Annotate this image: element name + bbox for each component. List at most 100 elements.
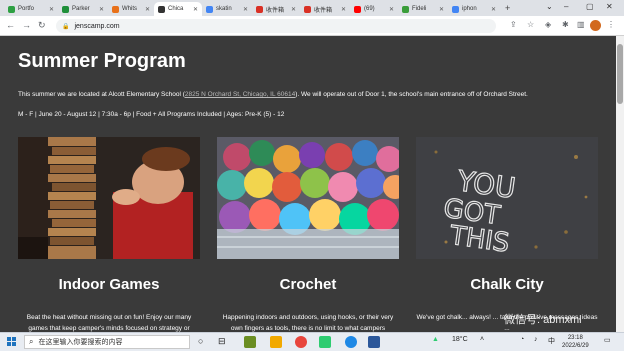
close-icon[interactable]: ✕ [291,6,296,13]
chalk-city-image: YOU GOT THIS [416,137,598,259]
share-icon[interactable]: ⇪ [510,20,517,29]
close-icon[interactable]: ✕ [341,6,346,13]
side-panel-icon[interactable]: ▥ [577,20,585,29]
yarn-basket-photo [217,137,399,259]
forward-icon[interactable]: → [22,20,31,30]
back-icon[interactable]: ← [6,20,15,30]
intro-text-before: This summer we are located at Alcott Ele… [18,91,185,98]
chalk-you-got-this-photo: YOU GOT THIS [416,137,598,259]
tab-favicon-icon [452,5,459,13]
page-scrollbar[interactable] [616,36,624,332]
program-details: M - F | June 20 - August 12 | 7:30a - 6p… [18,111,285,118]
shield-extension-icon[interactable]: ◈ [545,20,551,29]
tab-6[interactable]: 收件箱 ✕ [300,2,350,16]
tab-search-icon[interactable]: ⌄ [546,2,553,11]
indoor-games-image [18,137,200,259]
new-tab-icon[interactable]: + [505,3,510,13]
tab-1[interactable]: Parker ✕ [58,2,108,16]
tab-title: Fideli [412,6,427,12]
tab-favicon-icon [158,5,165,13]
address-link[interactable]: 2825 N Orchard St, Chicago, IL 60614 [185,91,295,98]
windows-taskbar: ⌕ 在这里输入你要搜索的内容 ○ ⊟ ▲ 18°C ˄ ◔ ♪ 中 23:18 … [0,332,624,351]
jenga-blocks-photo [18,137,200,259]
close-icon[interactable]: ✕ [49,6,54,13]
volume-icon[interactable]: ♪ [534,336,538,343]
tab-favicon-icon [206,5,213,13]
lock-icon[interactable]: 🔒 [62,23,69,30]
taskbar-app-icon[interactable] [345,336,357,348]
scrollbar-thumb[interactable] [617,44,623,104]
extensions-icon[interactable]: ✱ [562,20,569,29]
maximize-icon[interactable]: ▢ [586,2,594,11]
watermark-text: 微信号: abmxml [504,314,582,326]
url-text: jenscamp.com [74,22,120,30]
tab-favicon-icon [256,5,263,13]
tab-favicon-icon [304,5,311,13]
intro-text-after: ). We will operate out of Door 1, the sc… [295,91,528,98]
windows-start-icon[interactable] [7,337,17,347]
taskbar-clock[interactable]: 23:18 2022/6/29 [562,334,589,350]
word-icon[interactable] [368,336,380,348]
network-icon[interactable]: ◔ [520,336,524,343]
close-icon[interactable]: ✕ [145,6,150,13]
clock-time: 23:18 [567,335,583,341]
tab-7[interactable]: (69) ✕ [350,2,398,16]
tab-5[interactable]: 收件箱 ✕ [252,2,300,16]
taskbar-search-placeholder: 在这里输入你要搜索的内容 [38,339,123,346]
search-icon: ⌕ [29,337,34,346]
tab-4[interactable]: skatin ✕ [202,2,252,16]
chrome-icon[interactable] [295,336,307,348]
tab-title: (69) [364,6,375,12]
page-content: Summer Program This summer we are locate… [0,36,616,332]
card-title-crochet: Crochet [279,276,337,293]
crochet-image [217,137,399,259]
wechat-icon[interactable] [319,336,331,348]
clock-date: 2022/6/29 [562,343,589,349]
tab-favicon-icon [62,5,69,13]
tray-app-icon[interactable]: ▲ [432,336,439,343]
weather-text[interactable]: 18°C [452,336,468,343]
profile-avatar[interactable] [590,20,601,31]
close-window-icon[interactable]: ✕ [606,2,613,11]
page-title: Summer Program [18,50,186,72]
tab-favicon-icon [402,5,409,13]
close-icon[interactable]: ✕ [99,6,104,13]
ime-icon[interactable]: 中 [548,336,555,346]
reload-icon[interactable]: ↻ [38,20,46,31]
task-view-icon[interactable]: ○ [198,336,203,346]
close-icon[interactable]: ✕ [243,6,248,13]
close-icon[interactable]: ✕ [193,6,198,13]
widgets-icon[interactable]: ⊟ [218,336,226,347]
card-text-indoor-games: Beat the heat without missing out on fun… [26,314,192,332]
tab-title: skatin [216,6,232,12]
tab-2[interactable]: Whits ✕ [108,2,154,16]
address-toolbar: ← → ↻ 🔒 jenscamp.com ⇪ ☆ ◈ ✱ ▥ ⋮ [0,16,624,36]
tab-8[interactable]: Fideli ✕ [398,2,448,16]
tab-9[interactable]: iphon ✕ [448,2,500,16]
taskbar-app-icon[interactable] [244,336,256,348]
close-icon[interactable]: ✕ [389,6,394,13]
card-title-indoor-games: Indoor Games [58,276,160,293]
tab-title: Whits [122,6,137,12]
taskbar-app-icon[interactable] [270,336,282,348]
tab-favicon-icon [354,5,361,13]
tab-title: 收件箱 [266,7,285,14]
tab-title: 收件箱 [314,7,333,14]
show-hidden-icons-icon[interactable]: ˄ [480,336,484,343]
tab-0[interactable]: Portfo ✕ [4,2,58,16]
card-title-chalk-city: Chalk City [470,276,544,293]
tab-3-active[interactable]: Chica ✕ [154,2,202,16]
url-field[interactable]: 🔒 jenscamp.com [56,19,496,33]
bookmark-star-icon[interactable]: ☆ [527,20,534,29]
menu-icon[interactable]: ⋮ [607,20,615,29]
notifications-icon[interactable]: ▭ [604,336,611,344]
tab-title: Portfo [18,6,35,12]
close-icon[interactable]: ✕ [439,6,444,13]
browser-tab-strip: Portfo ✕ Parker ✕ Whits ✕ Chica ✕ skatin ✕ 收件… [0,0,624,16]
tab-title: Chica [168,6,184,12]
minimize-icon[interactable]: – [564,2,568,11]
tab-favicon-icon [8,5,15,13]
intro-paragraph: This summer we are located at Alcott Ele… [18,91,528,98]
close-icon[interactable]: ✕ [491,6,496,13]
taskbar-search-box[interactable]: ⌕ 在这里输入你要搜索的内容 [24,335,190,349]
